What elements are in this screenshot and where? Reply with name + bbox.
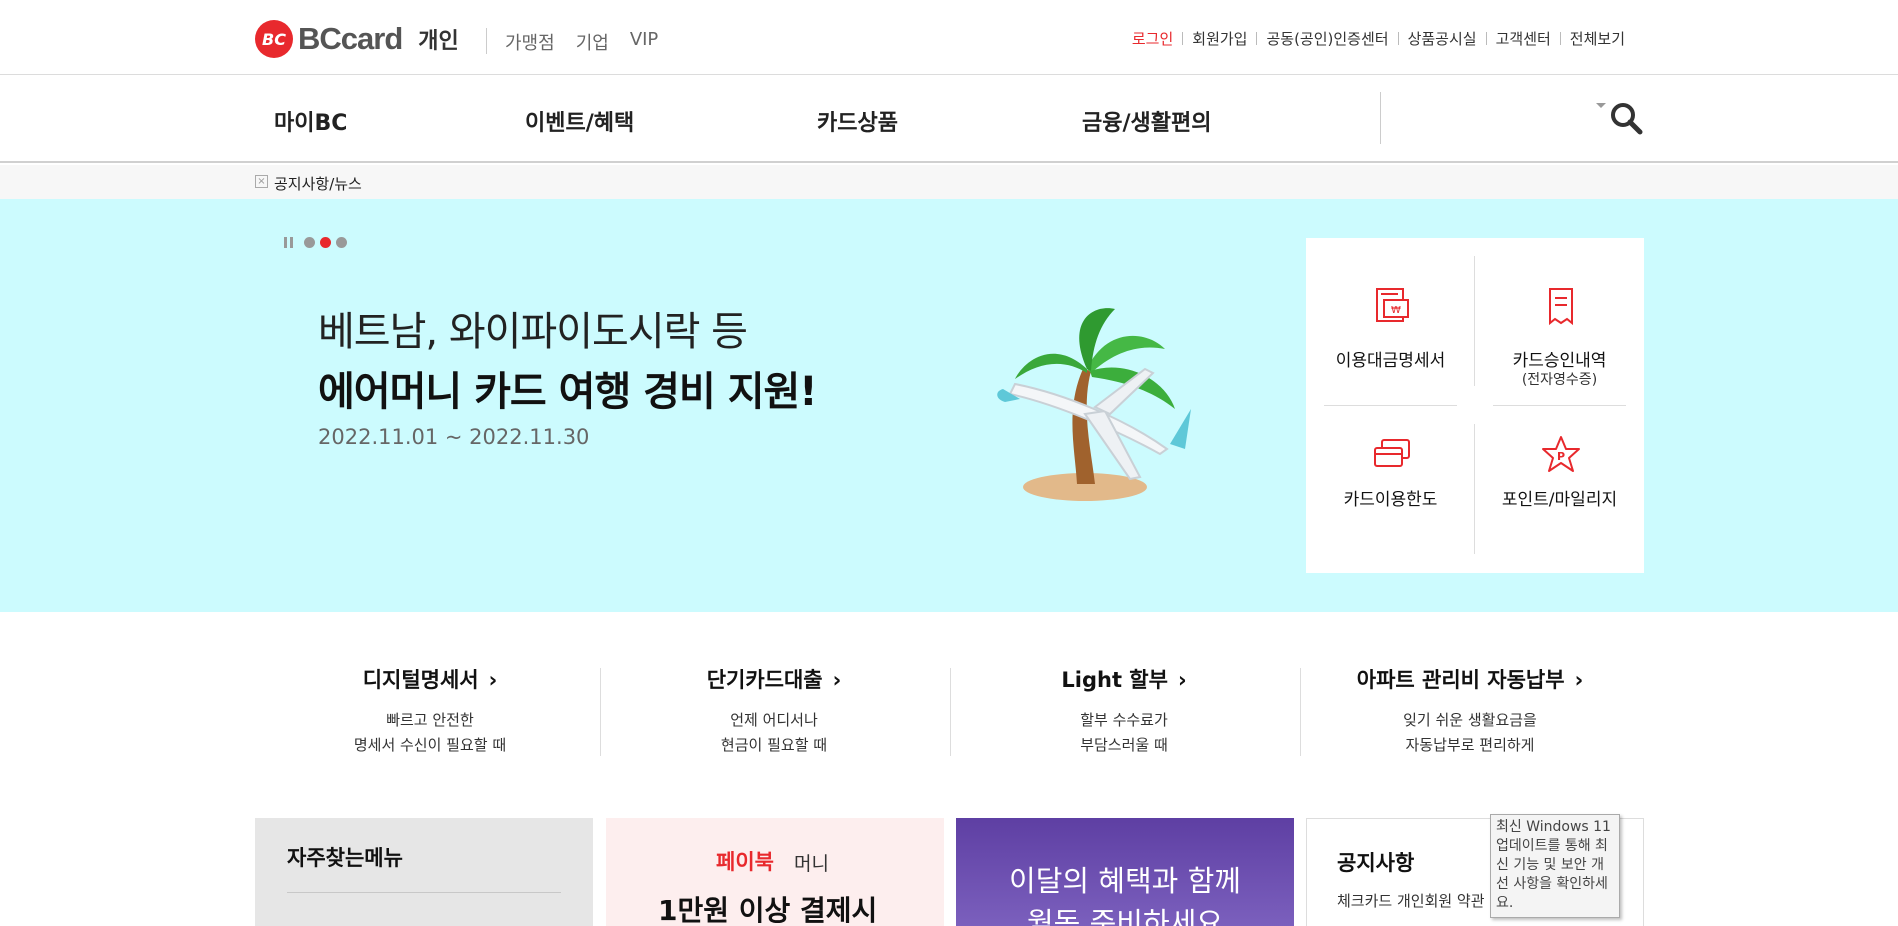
pager-dot[interactable] [304, 237, 315, 248]
quick-point[interactable]: P 포인트/마일리지 [1475, 406, 1644, 573]
shortcut-short-loan[interactable]: 단기카드대출 › 언제 어디서나현금이 필요할 때 [599, 658, 949, 754]
search-icon[interactable] [1609, 101, 1643, 135]
nav-card-products[interactable]: 카드상품 [817, 105, 898, 137]
segment-personal[interactable]: 개인 [418, 23, 458, 55]
chevron-right-icon: › [1177, 668, 1187, 692]
breadcrumb-current[interactable]: 공지사항/뉴스 [274, 173, 362, 194]
divider [287, 892, 561, 893]
nav-my-bc[interactable]: 마이BC [274, 105, 347, 137]
search-dropdown-caret-icon[interactable] [1596, 103, 1606, 108]
shortcut-digital-statement[interactable]: 디지털명세서 › 빠르고 안전한명세서 수신이 필요할 때 [255, 658, 605, 754]
cert-center-link[interactable]: 공동(공인)인증센터 [1257, 28, 1397, 49]
hero-banner[interactable]: 베트남, 와이파이도시락 등 에어머니 카드 여행 경비 지원! 2022.11… [0, 199, 1898, 612]
hero-headline-1: 베트남, 와이파이도시락 등 [318, 309, 748, 355]
quick-limit[interactable]: 카드이용한도 [1306, 406, 1475, 573]
palm-plane-illustration [997, 308, 1191, 501]
paybook-brand-sub: 머니 [794, 853, 829, 875]
shortcut-desc: 잊기 쉬운 생활요금을 [1403, 711, 1537, 729]
favorites-card: 자주찾는메뉴 [255, 818, 593, 926]
quick-approval-sub: (전자영수증) [1521, 372, 1598, 388]
receipt-icon [1549, 288, 1573, 326]
pause-icon[interactable] [284, 237, 293, 248]
segment-vip[interactable]: VIP [630, 29, 658, 55]
nav-finance[interactable]: 금융/생활편의 [1082, 105, 1211, 137]
hero-date: 2022.11.01 ~ 2022.11.30 [318, 425, 590, 449]
shortcut-desc: 현금이 필요할 때 [720, 736, 828, 754]
quick-statement-label: 이용대금명세서 [1335, 351, 1446, 371]
shortcut-title: 디지털명세서 [362, 668, 479, 692]
login-link[interactable]: 로그인 [1123, 28, 1182, 49]
divider [1380, 92, 1381, 144]
breadcrumb: × 공지사항/뉴스 [0, 165, 1898, 199]
customer-center-link[interactable]: 고객센터 [1487, 28, 1560, 49]
shortcut-light-installment[interactable]: Light 할부 › 할부 수수료가부담스러울 때 [949, 658, 1299, 754]
quick-approval[interactable]: 카드승인내역 (전자영수증) [1475, 238, 1644, 405]
shortcut-desc: 빠르고 안전한 [386, 711, 474, 729]
quick-statement[interactable]: ₩ 이용대금명세서 [1306, 238, 1475, 405]
windows-update-tooltip: 최신 Windows 11 업데이트를 통해 최신 기능 및 보안 개선 사항을… [1490, 814, 1620, 918]
logo-text: BCcard [298, 21, 403, 56]
promo-line-1: 이달의 혜택과 함께 [1009, 864, 1241, 898]
utility-links: 로그인 회원가입 공동(공인)인증센터 상품공시실 고객센터 전체보기 [1123, 28, 1634, 49]
notice-item[interactable]: 체크카드 개인회원 약관 [1337, 890, 1485, 911]
banner-pager [284, 237, 347, 248]
shortcut-desc: 자동납부로 편리하게 [1405, 736, 1535, 754]
promo-line-2: 월동 준비하세요 [1027, 906, 1223, 926]
notice-title[interactable]: 공지사항 [1337, 847, 1414, 877]
segment-merchant[interactable]: 가맹점 [505, 29, 555, 55]
shortcut-title: 단기카드대출 [706, 668, 823, 692]
quick-point-label: 포인트/마일리지 [1501, 490, 1618, 510]
hero-headline-2: 에어머니 카드 여행 경비 지원! [318, 369, 818, 415]
shortcut-desc: 할부 수수료가 [1080, 711, 1168, 729]
quick-approval-label: 카드승인내역 [1512, 351, 1607, 371]
bccard-logo[interactable]: BC BCcard 개인 [255, 20, 459, 58]
promo-banner[interactable]: 이달의 혜택과 함께 월동 준비하세요 [956, 818, 1294, 926]
pager-dot[interactable] [336, 237, 347, 248]
paybook-brand: 페이북 [716, 850, 774, 874]
quick-limit-label: 카드이용한도 [1343, 490, 1438, 510]
quick-menu-panel: ₩ 이용대금명세서 카드승인내역 (전자영수증) 카드이용한도 P 포인트/마일… [1306, 238, 1644, 573]
paybook-headline: 1만원 이상 결제시 [658, 894, 878, 926]
chevron-right-icon: › [1574, 668, 1584, 692]
segment-business[interactable]: 기업 [576, 29, 609, 55]
shortcut-row: 디지털명세서 › 빠르고 안전한명세서 수신이 필요할 때 단기카드대출 › 언제 … [255, 658, 1643, 758]
svg-text:₩: ₩ [1391, 305, 1401, 316]
svg-text:P: P [1557, 450, 1565, 463]
product-disclosure-link[interactable]: 상품공시실 [1399, 28, 1486, 49]
main-nav: 마이BC 이벤트/혜택 카드상품 금융/생활편의 [0, 75, 1898, 163]
pager-dot-active[interactable] [320, 237, 331, 248]
divider [486, 28, 487, 54]
shortcut-apartment-autopay[interactable]: 아파트 관리비 자동납부 › 잊기 쉬운 생활요금을자동납부로 편리하게 [1295, 658, 1645, 754]
shortcut-desc: 부담스러울 때 [1080, 736, 1168, 754]
divider [1474, 256, 1475, 386]
sitemap-link[interactable]: 전체보기 [1561, 28, 1634, 49]
top-bar: BC BCcard 개인 가맹점 기업 VIP 로그인 회원가입 공동(공인)인… [0, 0, 1898, 75]
shortcut-desc: 언제 어디서나 [730, 711, 818, 729]
shortcut-title: Light 할부 [1061, 668, 1168, 692]
point-star-icon: P [1542, 436, 1580, 472]
signup-link[interactable]: 회원가입 [1183, 28, 1256, 49]
segment-nav: 가맹점 기업 VIP [505, 29, 658, 55]
favorites-title: 자주찾는메뉴 [287, 846, 403, 870]
statement-icon: ₩ [1376, 288, 1409, 322]
shortcut-title: 아파트 관리비 자동납부 [1356, 668, 1565, 692]
page: BC BCcard 개인 가맹점 기업 VIP 로그인 회원가입 공동(공인)인… [0, 0, 1898, 926]
chevron-right-icon: › [488, 668, 498, 692]
divider [1324, 405, 1457, 406]
bc-logo-mark-icon: BC [255, 20, 293, 58]
chevron-right-icon: › [832, 668, 842, 692]
close-icon[interactable]: × [255, 175, 268, 188]
nav-events[interactable]: 이벤트/혜택 [525, 105, 634, 137]
paybook-banner[interactable]: 페이북 머니 1만원 이상 결제시 [606, 818, 944, 926]
divider [1493, 405, 1626, 406]
divider [1474, 424, 1475, 554]
card-limit-icon [1374, 439, 1410, 467]
shortcut-desc: 명세서 수신이 필요할 때 [353, 736, 507, 754]
